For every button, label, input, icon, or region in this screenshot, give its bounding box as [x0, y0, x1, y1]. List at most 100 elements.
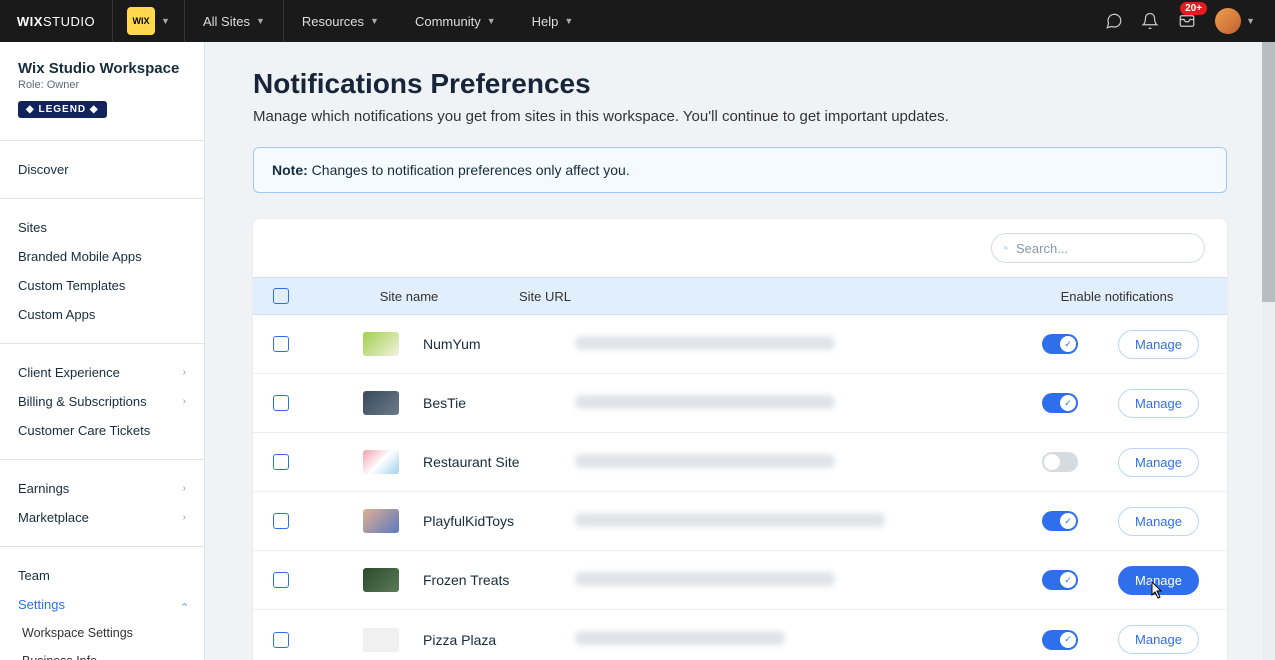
select-all-checkbox[interactable]	[273, 288, 289, 304]
sidebar-item-label: Client Experience	[18, 365, 120, 380]
sidebar-item-sites[interactable]: Sites	[0, 213, 204, 242]
avatar	[1215, 8, 1241, 34]
site-name: Restaurant Site	[423, 454, 520, 470]
site-thumbnail	[363, 568, 399, 592]
site-name: Pizza Plaza	[423, 632, 496, 648]
manage-button[interactable]: Manage	[1118, 625, 1199, 654]
chevron-down-icon: ▼	[1246, 16, 1255, 26]
site-url	[575, 572, 835, 586]
table-row: NumYum ✓ Manage	[253, 315, 1227, 374]
nav-label: Community	[415, 14, 481, 29]
legend-badge: ◆ LEGEND ◆	[18, 101, 107, 118]
nav-label: All Sites	[203, 14, 250, 29]
search-input[interactable]	[991, 233, 1205, 263]
chevron-down-icon: ▼	[161, 16, 170, 26]
workspace-switcher[interactable]: WIX ▼	[113, 0, 185, 42]
sidebar-item-branded-apps[interactable]: Branded Mobile Apps	[0, 242, 204, 271]
row-check	[253, 632, 309, 648]
divider	[0, 459, 204, 460]
sidebar-item-label: Sites	[18, 220, 47, 235]
manage-button[interactable]: Manage	[1118, 566, 1199, 595]
nav-community[interactable]: Community▼	[397, 0, 514, 42]
sidebar-item-custom-apps[interactable]: Custom Apps	[0, 300, 204, 329]
note-label: Note:	[272, 162, 308, 178]
url-cell	[565, 395, 1007, 412]
site-name: Frozen Treats	[423, 572, 509, 588]
row-checkbox[interactable]	[273, 336, 289, 352]
sidebar-item-label: Workspace Settings	[22, 626, 133, 640]
chat-icon[interactable]	[1105, 12, 1123, 30]
logo-text-a: WIX	[17, 14, 43, 29]
inbox-icon[interactable]: 20+	[1177, 12, 1197, 30]
sidebar-item-billing[interactable]: Billing & Subscriptions›	[0, 387, 204, 416]
logo[interactable]: WIXSTUDIO	[0, 0, 113, 42]
row-checkbox[interactable]	[273, 454, 289, 470]
scrollbar-thumb[interactable]	[1262, 42, 1275, 302]
site-url	[575, 336, 835, 350]
page-title: Notifications Preferences	[253, 68, 1227, 100]
enable-toggle[interactable]: ✓	[1042, 511, 1078, 531]
scrollbar[interactable]	[1262, 42, 1275, 660]
enable-toggle[interactable]: ✓	[1042, 334, 1078, 354]
manage-button[interactable]: Manage	[1118, 330, 1199, 359]
row-checkbox[interactable]	[273, 513, 289, 529]
toggle-knob: ✓	[1060, 336, 1076, 352]
sidebar-item-label: Discover	[18, 162, 69, 177]
sidebar-item-templates[interactable]: Custom Templates	[0, 271, 204, 300]
sidebar-item-tickets[interactable]: Customer Care Tickets	[0, 416, 204, 445]
divider	[0, 546, 204, 547]
sidebar-item-workspace-settings[interactable]: Workspace Settings	[0, 619, 204, 647]
enable-toggle[interactable]: ✓	[1042, 630, 1078, 650]
chevron-down-icon: ▼	[564, 16, 573, 26]
row-checkbox[interactable]	[273, 395, 289, 411]
sidebar-item-discover[interactable]: Discover	[0, 155, 204, 184]
sidebar-item-business-info[interactable]: Business Info	[0, 647, 204, 660]
nav-resources[interactable]: Resources▼	[284, 0, 397, 42]
enable-toggle[interactable]: ✓	[1042, 570, 1078, 590]
col-site-url: Site URL	[509, 289, 1007, 304]
enable-toggle[interactable]: ✓	[1042, 393, 1078, 413]
main-content: Notifications Preferences Manage which n…	[205, 42, 1275, 660]
nav-help[interactable]: Help▼	[514, 0, 592, 42]
enable-cell: ✓ Manage	[1007, 330, 1227, 359]
sidebar-item-client-experience[interactable]: Client Experience›	[0, 358, 204, 387]
site-thumbnail	[363, 332, 399, 356]
sidebar-item-team[interactable]: Team	[0, 561, 204, 590]
divider	[0, 343, 204, 344]
search-field[interactable]	[1016, 241, 1192, 256]
nav-all-sites[interactable]: All Sites▼	[185, 0, 284, 42]
col-check	[253, 288, 309, 304]
sidebar-item-settings[interactable]: Settings›	[0, 590, 204, 619]
bell-icon[interactable]	[1141, 12, 1159, 30]
logo-text-b: STUDIO	[43, 14, 95, 29]
note-text: Changes to notification preferences only…	[308, 162, 630, 178]
toggle-knob: ✓	[1060, 572, 1076, 588]
sidebar-item-label: Customer Care Tickets	[18, 423, 150, 438]
sidebar-item-label: Branded Mobile Apps	[18, 249, 142, 264]
site-name: NumYum	[423, 336, 481, 352]
url-cell	[565, 454, 1007, 471]
row-check	[253, 572, 309, 588]
sidebar-item-label: Custom Apps	[18, 307, 95, 322]
row-checkbox[interactable]	[273, 632, 289, 648]
sidebar-item-label: Settings	[18, 597, 65, 612]
manage-button[interactable]: Manage	[1118, 507, 1199, 536]
enable-cell: Manage	[1007, 448, 1227, 477]
account-menu[interactable]: ▼	[1215, 8, 1255, 34]
name-cell: PlayfulKidToys	[309, 509, 565, 533]
manage-button[interactable]: Manage	[1118, 389, 1199, 418]
row-checkbox[interactable]	[273, 572, 289, 588]
table-header: Site name Site URL Enable notifications	[253, 277, 1227, 315]
nav-label: Resources	[302, 14, 364, 29]
enable-toggle[interactable]	[1042, 452, 1078, 472]
site-url	[575, 631, 785, 645]
note-box: Note: Changes to notification preference…	[253, 147, 1227, 193]
manage-button[interactable]: Manage	[1118, 448, 1199, 477]
top-bar: WIXSTUDIO WIX ▼ All Sites▼ Resources▼ Co…	[0, 0, 1275, 42]
table-row: PlayfulKidToys ✓ Manage	[253, 492, 1227, 551]
sidebar-item-marketplace[interactable]: Marketplace›	[0, 503, 204, 532]
sidebar-item-earnings[interactable]: Earnings›	[0, 474, 204, 503]
card-toolbar	[253, 219, 1227, 277]
wix-icon: WIX	[127, 7, 155, 35]
col-site-name: Site name	[309, 289, 509, 304]
